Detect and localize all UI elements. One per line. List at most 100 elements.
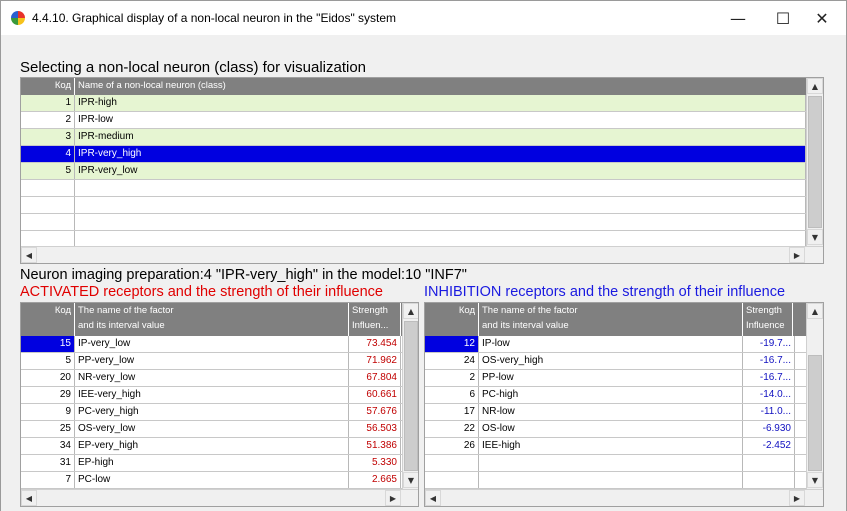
empty-row <box>425 472 823 489</box>
class-row[interactable]: 3 IPR-medium <box>21 129 823 146</box>
inhibition-row[interactable]: 26 IEE-high -2.452 <box>425 438 823 455</box>
strength-cell: -14.0... <box>743 387 795 403</box>
factor-name-cell: IEE-high <box>479 438 743 454</box>
empty-row <box>21 214 823 231</box>
class-grid: Код Name of a non-local neuron (class) 1… <box>20 77 824 264</box>
activated-vscroll[interactable]: ▲ ▼ <box>402 303 418 489</box>
minimize-button[interactable]: — <box>718 5 758 31</box>
strength-cell: -16.7... <box>743 353 795 369</box>
factor-name-cell: EP-very_high <box>75 438 349 454</box>
inhibition-hscroll[interactable]: ◀ ▶ <box>425 489 823 506</box>
inhibition-row[interactable]: 17 NR-low -11.0... <box>425 404 823 421</box>
window-title: 4.4.10. Graphical display of a non-local… <box>32 11 397 25</box>
class-row[interactable]: 4 IPR-very_high <box>21 146 823 163</box>
status-line: Neuron imaging preparation:4 "IPR-very_h… <box>20 267 467 283</box>
scroll-thumb[interactable] <box>404 321 418 471</box>
class-grid-body: 1 IPR-high 2 IPR-low 3 IPR-medium 4 IPR-very_hi… <box>21 95 823 248</box>
scroll-left-icon[interactable]: ◀ <box>425 490 441 506</box>
class-row[interactable]: 5 IPR-very_low <box>21 163 823 180</box>
factor-name-cell: IP-low <box>479 336 743 352</box>
activated-hscroll[interactable]: ◀ ▶ <box>21 489 418 506</box>
activated-row[interactable]: 7 PC-low 2.665 <box>21 472 418 489</box>
factor-name-cell: PP-low <box>479 370 743 386</box>
code-column-header: Код <box>21 78 75 95</box>
factor-name-cell: PC-high <box>479 387 743 403</box>
scroll-left-icon[interactable]: ◀ <box>21 247 37 263</box>
inhibition-row[interactable]: 12 IP-low -19.7... <box>425 336 823 353</box>
scroll-thumb[interactable] <box>808 355 822 471</box>
maximize-button[interactable]: ☐ <box>763 5 803 31</box>
scroll-down-icon[interactable]: ▼ <box>403 472 418 488</box>
inhibition-grid-body: 12 IP-low -19.7... 24 OS-very_high -16.7... 2 P… <box>425 336 823 489</box>
strength-cell: 57.676 <box>349 404 401 420</box>
activated-row[interactable]: 20 NR-very_low 67.804 <box>21 370 418 387</box>
scroll-up-icon[interactable]: ▲ <box>807 78 823 94</box>
activated-row[interactable]: 34 EP-very_high 51.386 <box>21 438 418 455</box>
strength-column-header-line1: Strength <box>352 305 388 316</box>
factor-code-cell: 34 <box>21 438 75 454</box>
factor-name-cell: IEE-very_high <box>75 387 349 403</box>
strength-cell: -16.7... <box>743 370 795 386</box>
factor-code-cell: 22 <box>425 421 479 437</box>
activated-row[interactable]: 9 PC-very_high 57.676 <box>21 404 418 421</box>
close-button[interactable]: ✕ <box>802 5 842 31</box>
strength-cell: 56.503 <box>349 421 401 437</box>
activated-row[interactable]: 25 OS-very_low 56.503 <box>21 421 418 438</box>
factor-code-cell: 24 <box>425 353 479 369</box>
activated-row[interactable]: 29 IEE-very_high 60.661 <box>21 387 418 404</box>
scroll-down-icon[interactable]: ▼ <box>807 229 823 245</box>
activated-grid: Код The name of the factor and its inter… <box>20 302 419 507</box>
strength-cell: 60.661 <box>349 387 401 403</box>
factor-code-cell: 2 <box>425 370 479 386</box>
inhibition-row[interactable]: 2 PP-low -16.7... <box>425 370 823 387</box>
inhibition-row[interactable]: 22 OS-low -6.930 <box>425 421 823 438</box>
class-name-column-header: Name of a non-local neuron (class) <box>75 78 807 95</box>
class-row[interactable]: 2 IPR-low <box>21 112 823 129</box>
factor-code-cell: 25 <box>21 421 75 437</box>
scroll-right-icon[interactable]: ▶ <box>385 490 401 506</box>
inhibition-heading: INHIBITION receptors and the strength of… <box>424 284 786 300</box>
class-grid-vscroll[interactable]: ▲ ▼ <box>806 78 823 246</box>
activated-row[interactable]: 31 EP-high 5.330 <box>21 455 418 472</box>
empty-cell <box>75 180 806 196</box>
empty-cell <box>75 231 806 247</box>
factor-column-header-line2: and its interval value <box>78 320 165 331</box>
scroll-up-icon[interactable]: ▲ <box>403 303 418 319</box>
inhibition-row[interactable]: 6 PC-high -14.0... <box>425 387 823 404</box>
inhibition-row[interactable]: 24 OS-very_high -16.7... <box>425 353 823 370</box>
factor-name-cell: NR-low <box>479 404 743 420</box>
class-name-cell: IPR-high <box>75 95 806 111</box>
empty-cell <box>21 180 75 196</box>
empty-cell <box>21 197 75 213</box>
scroll-right-icon[interactable]: ▶ <box>789 490 805 506</box>
empty-cell <box>425 455 479 471</box>
class-name-cell: IPR-very_low <box>75 163 806 179</box>
inhibition-vscroll[interactable]: ▲ ▼ <box>806 303 823 489</box>
factor-code-cell: 12 <box>425 336 479 352</box>
factor-code-cell: 26 <box>425 438 479 454</box>
scroll-right-icon[interactable]: ▶ <box>789 247 805 263</box>
strength-cell: 67.804 <box>349 370 401 386</box>
strength-column-header: Strength Influence <box>743 303 793 336</box>
empty-row <box>21 180 823 197</box>
factor-name-cell: PP-very_low <box>75 353 349 369</box>
factor-column-header-line1: The name of the factor <box>482 305 578 316</box>
main-window: 4.4.10. Graphical display of a non-local… <box>0 0 847 511</box>
empty-cell <box>75 214 806 230</box>
activated-row[interactable]: 5 PP-very_low 71.962 <box>21 353 418 370</box>
scroll-thumb[interactable] <box>808 96 822 228</box>
factor-name-cell: NR-very_low <box>75 370 349 386</box>
class-grid-header: Код Name of a non-local neuron (class) <box>21 78 823 95</box>
class-selection-heading: Selecting a non-local neuron (class) for… <box>20 59 367 76</box>
strength-cell: 2.665 <box>349 472 401 488</box>
factor-column-header: The name of the factor and its interval … <box>75 303 349 336</box>
activated-row[interactable]: 15 IP-very_low 73.454 <box>21 336 418 353</box>
class-grid-hscroll[interactable]: ◀ ▶ <box>21 246 823 263</box>
strength-column-header-line1: Strength <box>746 305 782 316</box>
scroll-down-icon[interactable]: ▼ <box>807 472 823 488</box>
factor-column-header: The name of the factor and its interval … <box>479 303 743 336</box>
factor-column-header-line2: and its interval value <box>482 320 569 331</box>
class-row[interactable]: 1 IPR-high <box>21 95 823 112</box>
scroll-left-icon[interactable]: ◀ <box>21 490 37 506</box>
scroll-up-icon[interactable]: ▲ <box>807 303 823 319</box>
